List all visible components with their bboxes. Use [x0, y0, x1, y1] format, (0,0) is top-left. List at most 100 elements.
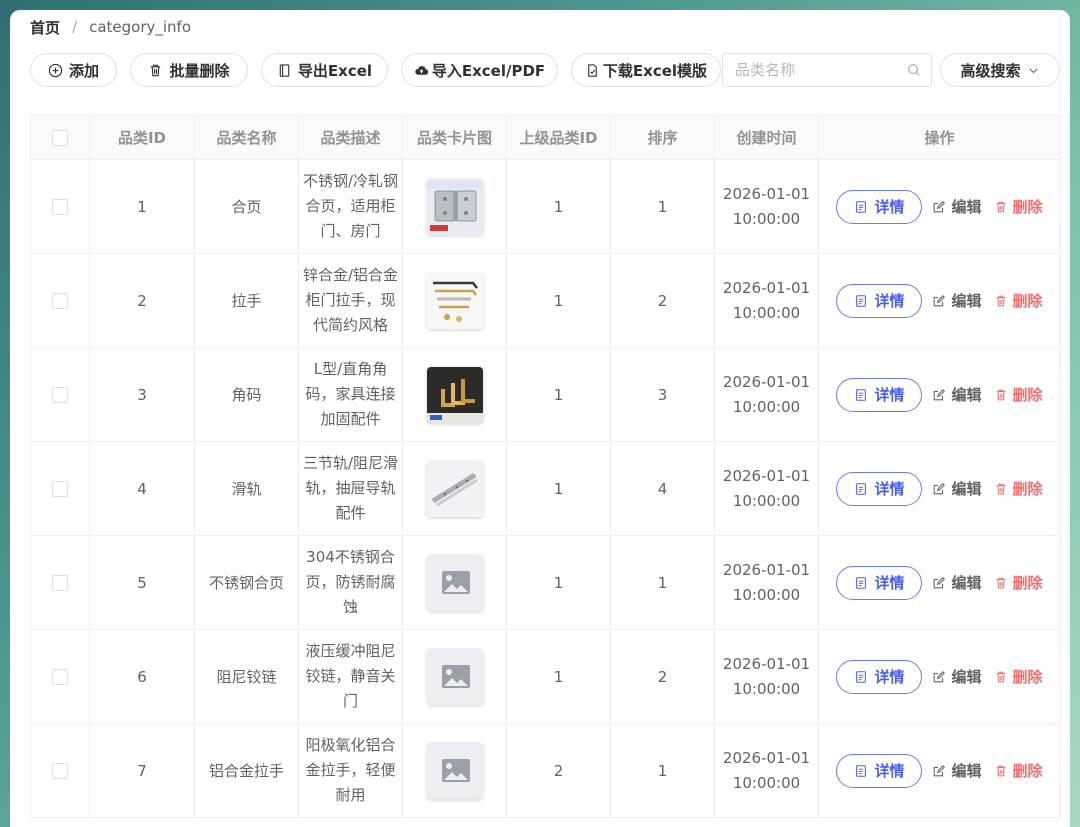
delete-button[interactable]: 删除	[994, 290, 1043, 311]
row-checkbox[interactable]	[52, 387, 68, 403]
sort-order: 1	[610, 535, 715, 630]
card-image-thumbnail[interactable]	[426, 272, 483, 329]
edit-button[interactable]: 编辑	[932, 384, 982, 405]
search-input[interactable]	[733, 60, 907, 80]
delete-button[interactable]: 删除	[994, 760, 1043, 781]
delete-button[interactable]: 删除	[994, 666, 1043, 687]
detail-button[interactable]: 详情	[836, 659, 923, 694]
row-checkbox[interactable]	[52, 763, 68, 779]
import-button[interactable]: 导入Excel/PDF	[401, 53, 558, 87]
breadcrumb-home[interactable]: 首页	[30, 17, 60, 38]
row-checkbox[interactable]	[52, 199, 68, 215]
parent-id: 1	[506, 441, 611, 536]
edit-button[interactable]: 编辑	[932, 196, 982, 217]
search-icon[interactable]	[907, 63, 921, 77]
delete-button[interactable]: 删除	[994, 196, 1043, 217]
card-image-thumbnail[interactable]	[426, 366, 483, 423]
product-photo	[426, 178, 483, 235]
card-image-thumbnail[interactable]	[426, 742, 483, 799]
trash-icon	[996, 483, 1005, 494]
detail-button[interactable]: 详情	[836, 377, 923, 412]
description-line: 柜门拉手，现	[305, 291, 396, 309]
trash-icon	[996, 295, 1005, 306]
delete-button[interactable]: 删除	[994, 572, 1043, 593]
category-table: 品类ID 品类名称 品类描述 品类卡片图 上级品类ID 排序 创建时间 操作 1…	[30, 115, 1061, 818]
edit-button[interactable]: 编辑	[932, 666, 982, 687]
card-image-thumbnail[interactable]	[426, 648, 483, 705]
detail-button[interactable]: 详情	[836, 189, 923, 224]
edit-icon	[934, 294, 946, 306]
download-template-button[interactable]: 下载Excel模版	[571, 53, 721, 87]
edit-button[interactable]: 编辑	[932, 478, 982, 499]
delete-label: 删除	[1012, 574, 1043, 592]
category-name: 阻尼铰链	[194, 629, 299, 724]
document-icon	[856, 482, 867, 495]
document-icon	[856, 670, 867, 683]
delete-button[interactable]: 删除	[994, 478, 1043, 499]
category-name: 不锈钢合页	[194, 535, 299, 630]
card-image-thumbnail[interactable]	[426, 554, 483, 611]
detail-button[interactable]: 详情	[836, 753, 923, 788]
table-row: 1 合页 不锈钢/冷轧钢 合页，适用柜 门、房门 1 1 2026-01-01 …	[30, 159, 1061, 254]
sort-order: 4	[610, 441, 715, 536]
actions-cell: 详情 编辑 删除	[818, 253, 1061, 348]
category-description: 不锈钢/冷轧钢 合页，适用柜 门、房门	[298, 159, 403, 254]
description-line: 不锈钢/冷轧钢	[302, 172, 399, 190]
category-description: L型/直角角 码，家具连接 加固配件	[298, 347, 403, 442]
category-name: 滑轨	[194, 441, 299, 536]
breadcrumb-current: category_info	[89, 18, 192, 36]
edit-button[interactable]: 编辑	[932, 572, 982, 593]
detail-button[interactable]: 详情	[836, 471, 923, 506]
parent-id: 1	[506, 253, 611, 348]
detail-label: 详情	[874, 292, 905, 310]
edit-button[interactable]: 编辑	[932, 760, 982, 781]
add-button[interactable]: 添加	[30, 53, 117, 87]
batch-delete-button[interactable]: 批量删除	[130, 53, 248, 87]
advanced-search-button[interactable]: 高级搜索	[940, 53, 1060, 87]
row-select-cell	[30, 723, 90, 818]
edit-icon	[934, 200, 946, 212]
created-date: 2026-01-01	[722, 560, 811, 579]
created-date: 2026-01-01	[722, 748, 811, 767]
card-image-thumbnail[interactable]	[426, 460, 483, 517]
product-photo	[426, 272, 483, 329]
delete-label: 删除	[1012, 292, 1043, 310]
export-excel-label: 导出Excel	[297, 61, 373, 80]
detail-button[interactable]: 详情	[836, 565, 923, 600]
trash-icon	[996, 389, 1005, 400]
edit-button[interactable]: 编辑	[932, 290, 982, 311]
select-all-checkbox[interactable]	[52, 130, 68, 146]
row-checkbox[interactable]	[52, 575, 68, 591]
category-id: 3	[89, 347, 195, 442]
delete-button[interactable]: 删除	[994, 384, 1043, 405]
card-image-thumbnail[interactable]	[426, 178, 483, 235]
breadcrumb-separator: /	[72, 18, 78, 36]
card-image-cell	[402, 441, 507, 536]
created-date: 2026-01-01	[722, 278, 811, 297]
category-name: 角码	[194, 347, 299, 442]
created-time: 2026-01-01 10:00:00	[714, 629, 819, 724]
row-checkbox[interactable]	[52, 481, 68, 497]
description-line: 锌合金/铝合金	[302, 266, 399, 284]
document-icon	[856, 764, 867, 777]
breadcrumb: 首页 / category_info	[30, 14, 191, 40]
row-checkbox[interactable]	[52, 669, 68, 685]
created-time: 2026-01-01 10:00:00	[714, 535, 819, 630]
export-excel-button[interactable]: 导出Excel	[261, 53, 388, 87]
created-clock: 10:00:00	[732, 491, 801, 510]
import-label: 导入Excel/PDF	[431, 61, 546, 80]
edit-label: 编辑	[951, 762, 982, 780]
sort-order: 3	[610, 347, 715, 442]
detail-label: 详情	[874, 668, 905, 686]
edit-icon	[934, 482, 946, 494]
edit-icon	[934, 670, 946, 682]
select-all-cell	[30, 115, 90, 160]
row-select-cell	[30, 253, 90, 348]
product-photo	[426, 460, 483, 517]
category-id: 4	[89, 441, 195, 536]
row-checkbox[interactable]	[52, 293, 68, 309]
created-date: 2026-01-01	[722, 184, 811, 203]
description-line: 门	[342, 692, 358, 710]
header-id: 品类ID	[89, 115, 195, 160]
detail-button[interactable]: 详情	[836, 283, 923, 318]
